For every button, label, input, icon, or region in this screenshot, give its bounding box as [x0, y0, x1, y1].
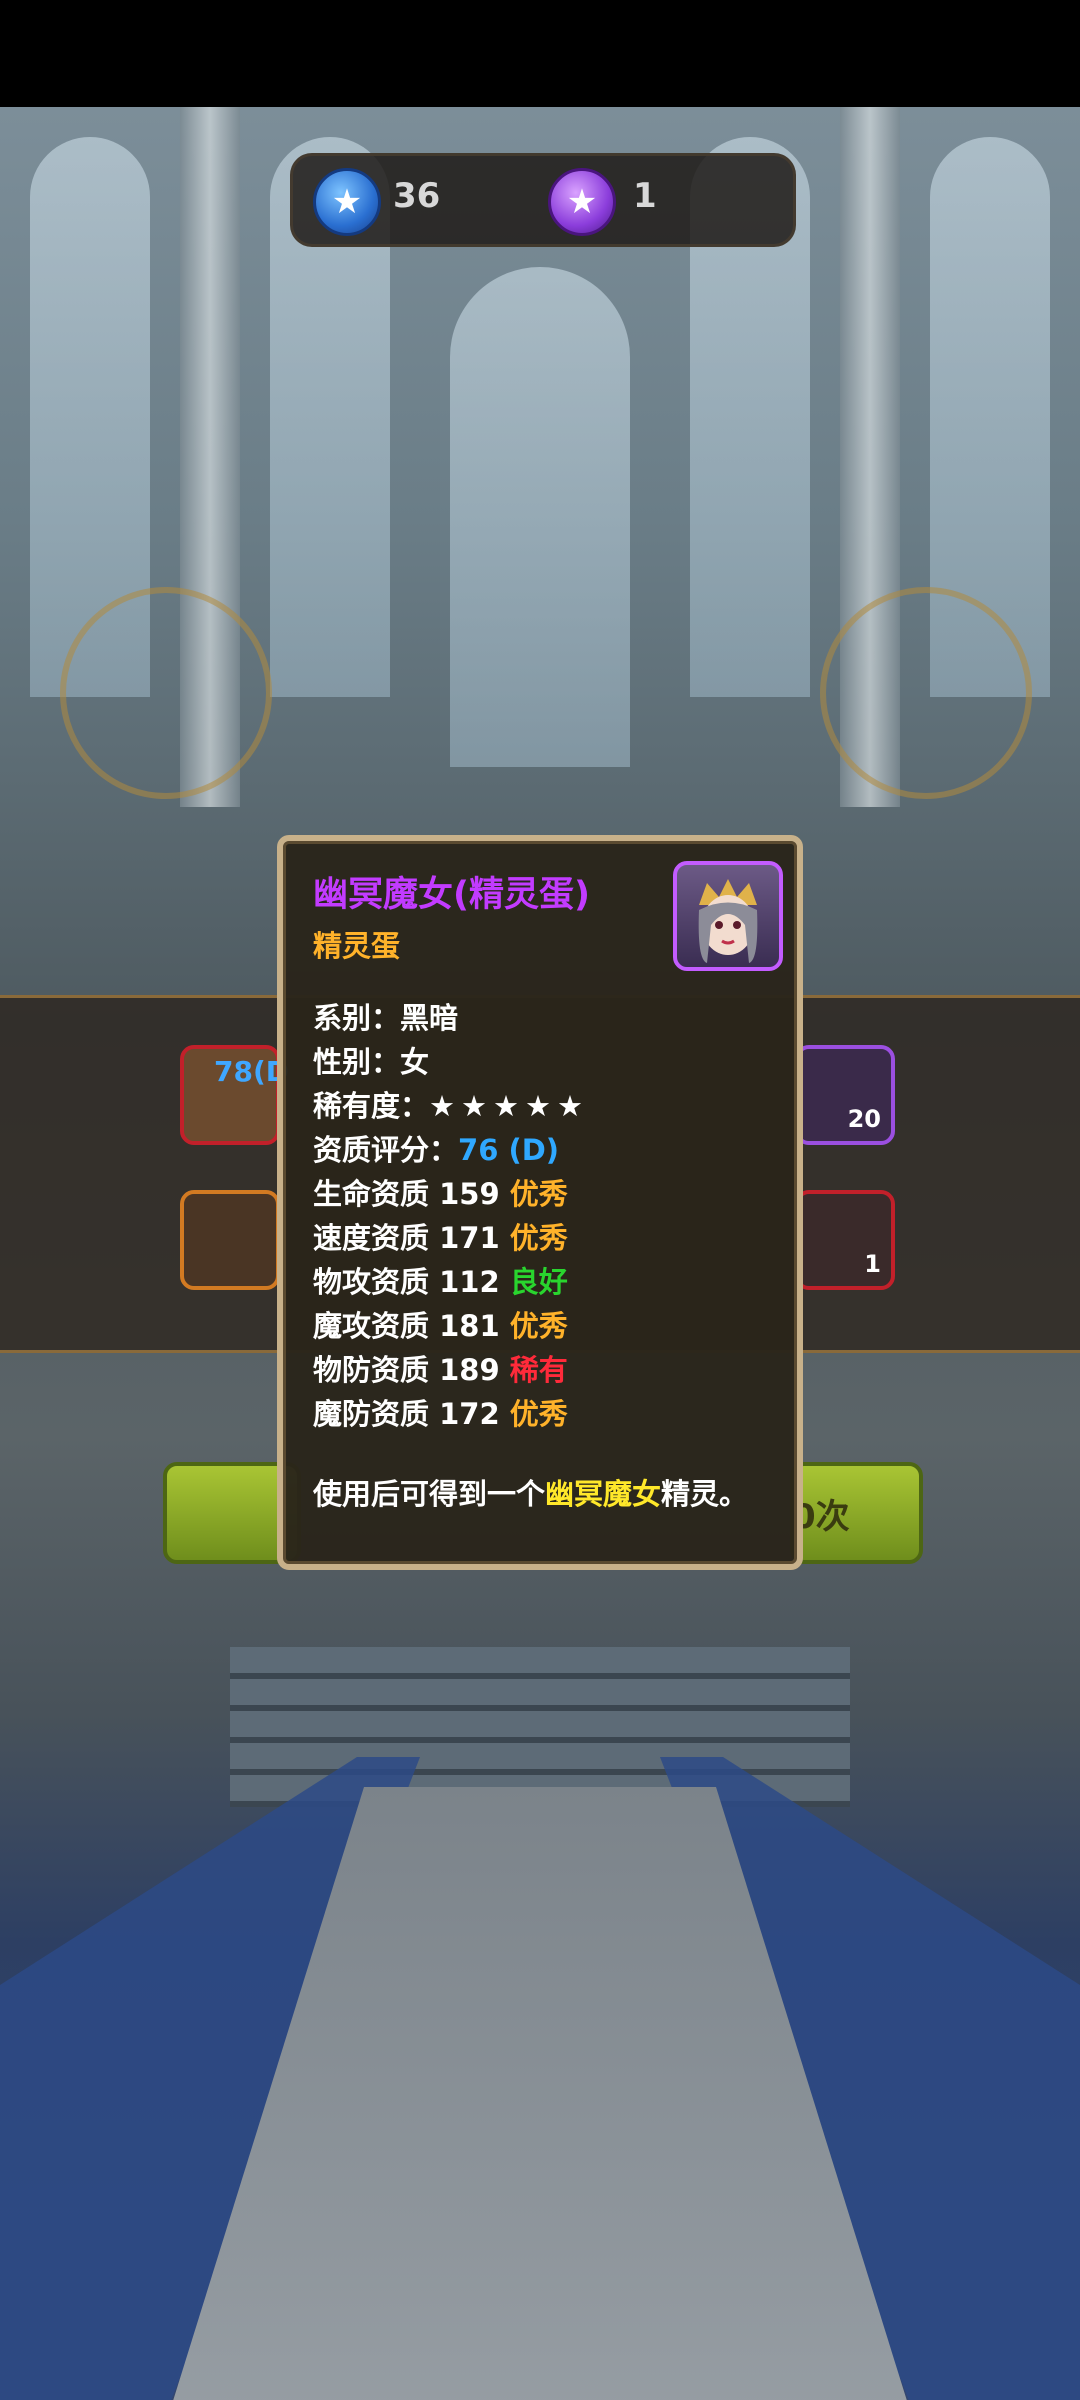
- grade-badge: 优秀: [509, 1177, 568, 1211]
- chest-slot[interactable]: [180, 1190, 280, 1290]
- gold-ornament-left: [60, 587, 272, 799]
- stat-row-hp: 生命资质 159 优秀: [313, 1177, 568, 1211]
- item-title: 幽冥魔女(精灵蛋): [313, 875, 590, 915]
- draw-ten-button[interactable]: 0次: [790, 1462, 923, 1564]
- hero-card-slot[interactable]: 78(D: [180, 1045, 289, 1145]
- gender-row: 性别：女: [313, 1045, 430, 1079]
- blue-star-gem-icon: ★: [313, 168, 381, 236]
- item-details: 系别：黑暗 性别：女 稀有度：★★★★★ 资质评分：76 (D) 生命资质 15…: [313, 996, 777, 1436]
- grade-badge: 稀有: [509, 1353, 568, 1387]
- stat-row-speed: 速度资质 171 优秀: [313, 1221, 568, 1255]
- witch-portrait-icon: [673, 861, 783, 971]
- element-row: 系别：黑暗: [313, 1001, 459, 1035]
- score-row: 资质评分：76 (D): [313, 1133, 560, 1167]
- rarity-stars: ★★★★★: [429, 1089, 590, 1123]
- purple-star-count: 1: [633, 176, 657, 216]
- stat-row-matk: 魔攻资质 181 优秀: [313, 1309, 568, 1343]
- potion-slot[interactable]: 1: [795, 1190, 895, 1290]
- monster-name-highlight: 幽冥魔女: [545, 1477, 662, 1511]
- grade-badge: 良好: [509, 1265, 568, 1299]
- score-value: 76 (D): [458, 1133, 560, 1167]
- grade-badge: 优秀: [509, 1397, 568, 1431]
- status-bar: [0, 0, 1080, 107]
- purple-crystal-slot[interactable]: 20: [795, 1045, 895, 1145]
- purple-star-gem-icon: ★: [548, 168, 616, 236]
- grade-badge: 优秀: [509, 1309, 568, 1343]
- item-description: 使用后可得到一个幽冥魔女精灵。: [313, 1477, 749, 1511]
- item-tooltip: 幽冥魔女(精灵蛋) 精灵蛋 系别：黑暗 性别：女 稀有度：★★★★★ 资质评分：…: [277, 835, 803, 1570]
- stat-row-patk: 物攻资质 112 良好: [313, 1265, 568, 1299]
- potion-count: 1: [864, 1250, 881, 1278]
- currency-bar: ★ 36 ★ 1: [290, 153, 796, 247]
- stat-row-pdef: 物防资质 189 稀有: [313, 1353, 568, 1387]
- item-type: 精灵蛋: [313, 929, 401, 963]
- rarity-row: 稀有度：★★★★★: [313, 1089, 590, 1123]
- crystal-count: 20: [847, 1105, 881, 1133]
- stained-window-center: [450, 267, 630, 767]
- stat-row-mdef: 魔防资质 172 优秀: [313, 1397, 568, 1431]
- gold-ornament-right: [820, 587, 1032, 799]
- grade-badge: 优秀: [509, 1221, 568, 1255]
- blue-star-count: 36: [393, 176, 441, 216]
